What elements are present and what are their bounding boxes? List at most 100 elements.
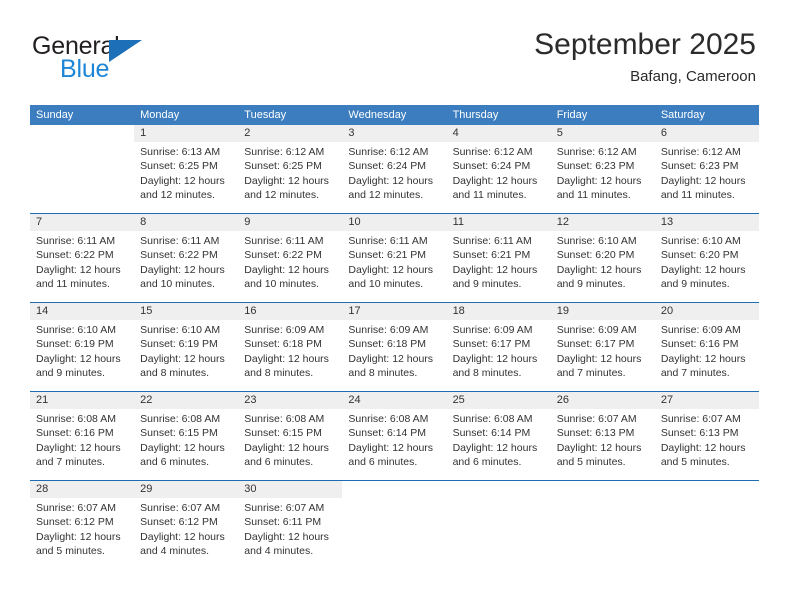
daylight-text-line1: Daylight: 12 hours (140, 263, 225, 276)
day-cell[interactable]: 8 Sunrise: 6:11 AM Sunset: 6:22 PM Daylight… (134, 214, 239, 302)
day-details (551, 498, 655, 569)
day-number: 1 (134, 125, 239, 142)
sunrise-text: Sunrise: 6:10 AM (140, 324, 221, 336)
day-number: 27 (654, 392, 759, 409)
day-cell[interactable]: 6 Sunrise: 6:12 AM Sunset: 6:23 PM Daylight… (654, 125, 759, 213)
day-details: Sunrise: 6:12 AM Sunset: 6:24 PM Daylight:… (447, 142, 551, 213)
day-cell[interactable]: 1 Sunrise: 6:13 AM Sunset: 6:25 PM Daylight… (134, 125, 239, 213)
day-cell[interactable]: 7 Sunrise: 6:11 AM Sunset: 6:22 PM Daylight… (30, 214, 135, 302)
daylight-text-line1: Daylight: 12 hours (36, 530, 121, 543)
day-cell[interactable]: 11 Sunrise: 6:11 AM Sunset: 6:21 PM Dayligh… (446, 214, 551, 302)
day-cell[interactable]: 4 Sunrise: 6:12 AM Sunset: 6:24 PM Daylight… (446, 125, 551, 213)
day-cell[interactable]: 16 Sunrise: 6:09 AM Sunset: 6:18 PM Dayligh… (238, 303, 343, 391)
day-cell[interactable]: 2 Sunrise: 6:12 AM Sunset: 6:25 PM Daylight… (238, 125, 343, 213)
sunset-text: Sunset: 6:17 PM (556, 338, 635, 351)
day-cell[interactable]: 29 Sunrise: 6:07 AM Sunset: 6:12 PM Dayligh… (134, 481, 239, 569)
day-cell[interactable]: 5 Sunrise: 6:12 AM Sunset: 6:23 PM Daylight… (550, 125, 655, 213)
day-details: Sunrise: 6:11 AM Sunset: 6:21 PM Daylight:… (447, 231, 551, 302)
sunrise-text: Sunrise: 6:12 AM (660, 146, 741, 158)
day-cell[interactable]: 25 Sunrise: 6:08 AM Sunset: 6:14 PM Dayligh… (446, 392, 551, 480)
daylight-text-line2: and 8 minutes. (140, 367, 210, 380)
day-number: 5 (550, 125, 655, 142)
sunrise-text: Sunrise: 6:07 AM (556, 413, 637, 425)
day-cell[interactable]: 24 Sunrise: 6:08 AM Sunset: 6:14 PM Dayligh… (342, 392, 447, 480)
sunrise-text: Sunrise: 6:13 AM (140, 146, 221, 158)
day-number: 20 (654, 303, 759, 320)
weekday-header-monday: Monday (140, 109, 180, 121)
page-subtitle: Bafang, Cameroon (630, 68, 756, 85)
day-cell[interactable]: 12 Sunrise: 6:10 AM Sunset: 6:20 PM Dayligh… (550, 214, 655, 302)
daylight-text-line2: and 6 minutes. (140, 456, 210, 469)
daylight-text-line1: Daylight: 12 hours (660, 441, 746, 454)
sunrise-text: Sunrise: 6:11 AM (452, 235, 532, 247)
day-cell[interactable]: 21 Sunrise: 6:08 AM Sunset: 6:16 PM Dayligh… (30, 392, 135, 480)
daylight-text-line1: Daylight: 12 hours (452, 441, 538, 454)
day-details: Sunrise: 6:09 AM Sunset: 6:16 PM Daylight:… (655, 320, 759, 391)
daylight-text-line1: Daylight: 12 hours (244, 530, 329, 543)
sunrise-text: Sunrise: 6:12 AM (556, 146, 637, 158)
daylight-text-line2: and 5 minutes. (36, 545, 105, 558)
day-cell[interactable]: 13 Sunrise: 6:10 AM Sunset: 6:20 PM Dayligh… (654, 214, 759, 302)
daylight-text-line2: and 12 minutes. (244, 189, 319, 202)
day-cell[interactable]: 18 Sunrise: 6:09 AM Sunset: 6:17 PM Dayligh… (446, 303, 551, 391)
daylight-text-line2: and 6 minutes. (244, 456, 314, 469)
daylight-text-line1: Daylight: 12 hours (452, 174, 538, 187)
general-blue-logo[interactable]: General Blue (32, 32, 182, 84)
day-number: 29 (134, 481, 239, 498)
weekday-header-tuesday: Tuesday (244, 109, 287, 121)
day-cell[interactable]: 17 Sunrise: 6:09 AM Sunset: 6:18 PM Dayligh… (342, 303, 447, 391)
day-details: Sunrise: 6:11 AM Sunset: 6:22 PM Daylight:… (134, 231, 238, 302)
daylight-text-line2: and 11 minutes. (556, 189, 631, 202)
sunrise-text: Sunrise: 6:12 AM (452, 146, 533, 158)
day-cell[interactable]: 20 Sunrise: 6:09 AM Sunset: 6:16 PM Dayligh… (654, 303, 759, 391)
day-number: 24 (342, 392, 447, 409)
daylight-text-line1: Daylight: 12 hours (660, 352, 746, 365)
weekday-header-row: Sunday Monday Tuesday Wednesday Thursday Frid… (30, 105, 759, 125)
day-number: 6 (654, 125, 759, 142)
day-details: Sunrise: 6:08 AM Sunset: 6:15 PM Daylight:… (238, 409, 342, 480)
weekday-header-friday: Friday (556, 109, 588, 121)
day-cell[interactable]: 9 Sunrise: 6:11 AM Sunset: 6:22 PM Daylight… (238, 214, 343, 302)
day-details: Sunrise: 6:08 AM Sunset: 6:14 PM Daylight:… (342, 409, 446, 480)
daylight-text-line2: and 12 minutes. (348, 189, 424, 202)
day-details: Sunrise: 6:09 AM Sunset: 6:17 PM Daylight:… (447, 320, 551, 391)
sunset-text: Sunset: 6:16 PM (660, 338, 739, 351)
day-cell[interactable]: 19 Sunrise: 6:09 AM Sunset: 6:17 PM Dayligh… (550, 303, 655, 391)
day-details: Sunrise: 6:08 AM Sunset: 6:15 PM Daylight:… (134, 409, 238, 480)
daylight-text-line1: Daylight: 12 hours (140, 530, 225, 543)
day-number (30, 125, 135, 142)
daylight-text-line2: and 9 minutes. (556, 278, 626, 291)
calendar-grid: Sunday Monday Tuesday Wednesday Thursday Frid… (30, 105, 759, 569)
sunrise-text: Sunrise: 6:08 AM (244, 413, 325, 425)
day-cell[interactable]: 22 Sunrise: 6:08 AM Sunset: 6:15 PM Dayligh… (134, 392, 239, 480)
day-cell[interactable]: 28 Sunrise: 6:07 AM Sunset: 6:12 PM Dayligh… (30, 481, 135, 569)
sunrise-text: Sunrise: 6:08 AM (140, 413, 221, 425)
day-cell[interactable]: 23 Sunrise: 6:08 AM Sunset: 6:15 PM Dayligh… (238, 392, 343, 480)
sunset-text: Sunset: 6:17 PM (452, 338, 531, 351)
day-number (342, 481, 447, 498)
sunset-text: Sunset: 6:20 PM (660, 249, 739, 262)
day-cell[interactable]: 30 Sunrise: 6:07 AM Sunset: 6:11 PM Dayligh… (238, 481, 343, 569)
day-details: Sunrise: 6:12 AM Sunset: 6:23 PM Daylight:… (655, 142, 759, 213)
day-details: Sunrise: 6:07 AM Sunset: 6:13 PM Daylight:… (551, 409, 655, 480)
day-cell[interactable]: 3 Sunrise: 6:12 AM Sunset: 6:24 PM Daylight… (342, 125, 447, 213)
sunrise-text: Sunrise: 6:09 AM (452, 324, 533, 336)
day-cell[interactable]: 10 Sunrise: 6:11 AM Sunset: 6:21 PM Dayligh… (342, 214, 447, 302)
day-details (655, 498, 759, 569)
sunset-text: Sunset: 6:22 PM (244, 249, 322, 262)
day-cell-empty (654, 481, 759, 569)
day-details: Sunrise: 6:11 AM Sunset: 6:22 PM Daylight:… (30, 231, 134, 302)
day-cell[interactable]: 27 Sunrise: 6:07 AM Sunset: 6:13 PM Dayligh… (654, 392, 759, 480)
day-cell[interactable]: 15 Sunrise: 6:10 AM Sunset: 6:19 PM Dayligh… (134, 303, 239, 391)
day-cell[interactable]: 14 Sunrise: 6:10 AM Sunset: 6:19 PM Dayligh… (30, 303, 135, 391)
day-cell[interactable]: 26 Sunrise: 6:07 AM Sunset: 6:13 PM Dayligh… (550, 392, 655, 480)
sunrise-text: Sunrise: 6:09 AM (244, 324, 325, 336)
week-cells: 1 Sunrise: 6:13 AM Sunset: 6:25 PM Daylight… (30, 125, 759, 213)
day-number: 13 (654, 214, 759, 231)
sunrise-text: Sunrise: 6:07 AM (36, 502, 116, 514)
daylight-text-line1: Daylight: 12 hours (244, 174, 329, 187)
day-number: 2 (238, 125, 343, 142)
day-number: 3 (342, 125, 447, 142)
sunset-text: Sunset: 6:21 PM (452, 249, 531, 262)
sunset-text: Sunset: 6:12 PM (36, 516, 114, 529)
